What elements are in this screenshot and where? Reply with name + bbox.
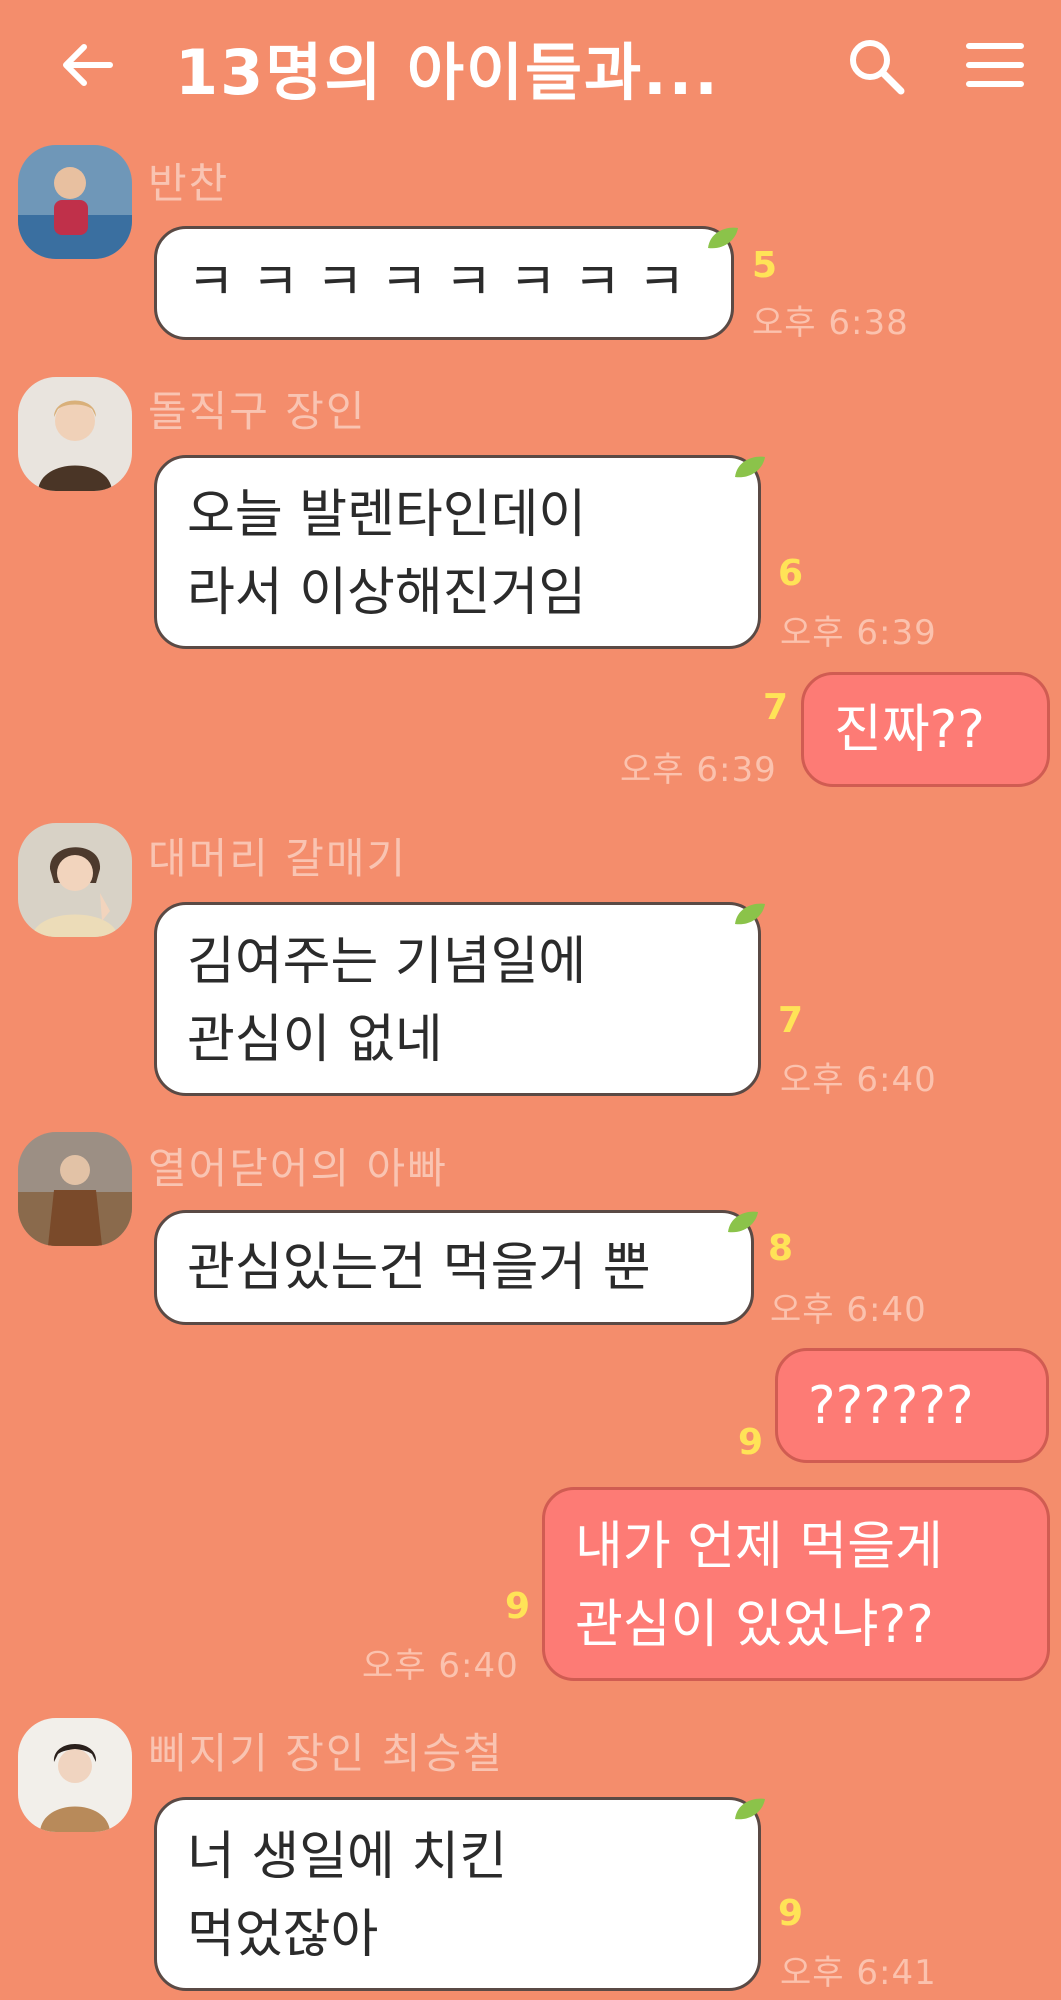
unread-count: 8 [768, 1228, 794, 1269]
leaf-icon [735, 456, 765, 478]
message-time: 오후 6:40 [362, 1646, 519, 1686]
message-bubble[interactable]: ㅋ ㅋ ㅋ ㅋ ㅋ ㅋ ㅋ ㅋ [154, 226, 734, 340]
unread-count: 5 [752, 245, 778, 286]
chat-header: 13명의 아이들과... [0, 0, 1061, 130]
leaf-icon [728, 1211, 758, 1233]
leaf-icon [735, 903, 765, 925]
message-text: 관심이 있었냐?? [575, 1595, 934, 1655]
message-text: 먹었잖아 [187, 1905, 379, 1965]
sender-name: 대머리 갈매기 [148, 834, 408, 883]
message-text: 관심이 없네 [187, 1010, 443, 1070]
message-text: ?????? [808, 1376, 974, 1436]
message-text: 내가 언제 먹을게 [575, 1517, 943, 1577]
message-text: 너 생일에 치킨 [187, 1827, 508, 1887]
message-bubble[interactable]: 너 생일에 치킨 먹었잖아 [154, 1797, 761, 1991]
avatar[interactable] [18, 823, 132, 937]
leaf-icon [708, 227, 738, 249]
unread-count: 7 [778, 1000, 804, 1041]
message-text: 라서 이상해진거임 [187, 563, 587, 623]
message-time: 오후 6:40 [770, 1290, 927, 1330]
message-time: 오후 6:39 [780, 613, 937, 653]
message-bubble[interactable]: ?????? [775, 1348, 1049, 1463]
unread-count: 6 [778, 553, 804, 594]
message-time: 오후 6:41 [780, 1953, 937, 1993]
search-icon[interactable] [845, 35, 907, 97]
message-text: ㅋ ㅋ ㅋ ㅋ ㅋ ㅋ ㅋ ㅋ [187, 253, 686, 313]
message-time: 오후 6:38 [752, 303, 909, 343]
message-text: 관심있는건 먹을거 뿐 [187, 1238, 651, 1298]
avatar[interactable] [18, 1718, 132, 1832]
sender-name: 열어닫어의 아빠 [148, 1144, 448, 1193]
message-time: 오후 6:39 [620, 750, 777, 790]
message-bubble[interactable]: 오늘 발렌타인데이 라서 이상해진거임 [154, 455, 761, 649]
message-time: 오후 6:40 [780, 1060, 937, 1100]
unread-count: 7 [763, 687, 789, 728]
hamburger-menu-icon[interactable] [965, 40, 1025, 90]
message-bubble[interactable]: 내가 언제 먹을게 관심이 있었냐?? [542, 1487, 1050, 1681]
message-bubble[interactable]: 관심있는건 먹을거 뿐 [154, 1210, 754, 1325]
message-text: 오늘 발렌타인데이 [187, 485, 587, 545]
sender-name: 삐지기 장인 최승철 [148, 1729, 504, 1778]
unread-count: 9 [505, 1586, 531, 1627]
chat-title: 13명의 아이들과... [175, 36, 720, 109]
unread-count: 9 [738, 1422, 764, 1463]
avatar[interactable] [18, 145, 132, 259]
message-bubble[interactable]: 진짜?? [801, 672, 1050, 787]
unread-count: 9 [778, 1893, 804, 1934]
avatar[interactable] [18, 1132, 132, 1246]
arrow-left-icon[interactable] [58, 35, 118, 95]
sender-name: 반찬 [148, 159, 230, 208]
message-text: 진짜?? [834, 700, 985, 760]
sender-name: 돌직구 장인 [148, 387, 367, 436]
message-bubble[interactable]: 김여주는 기념일에 관심이 없네 [154, 902, 761, 1096]
leaf-icon [735, 1798, 765, 1820]
message-text: 김여주는 기념일에 [187, 932, 587, 992]
avatar[interactable] [18, 377, 132, 491]
